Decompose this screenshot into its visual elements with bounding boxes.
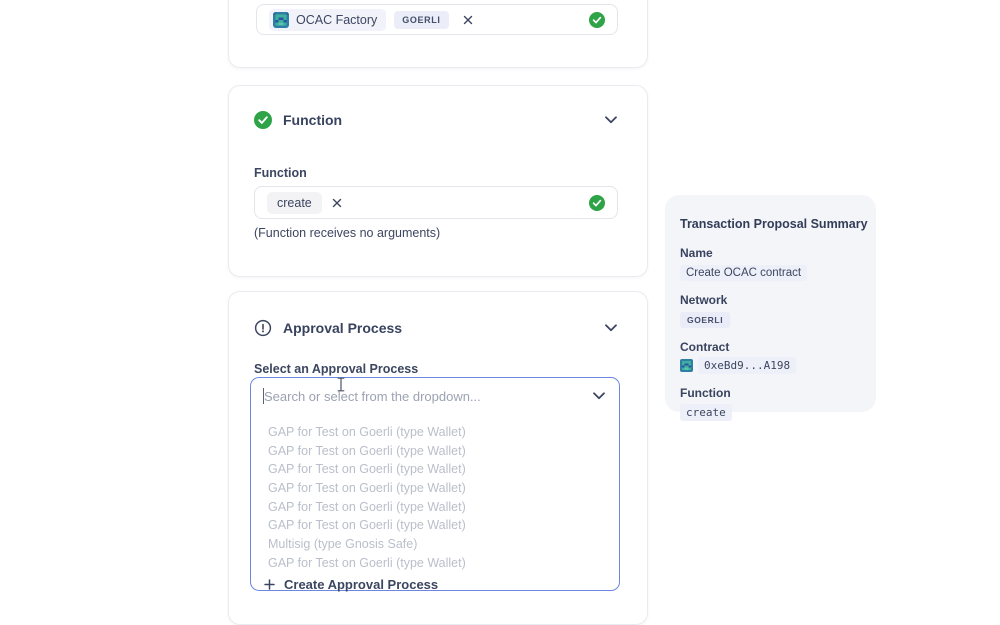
function-collapse-chevron-icon[interactable]	[605, 116, 617, 124]
function-args-hint: (Function receives no arguments)	[254, 226, 440, 240]
dropdown-chevron-icon[interactable]	[593, 392, 605, 400]
contract-chip: OCAC Factory	[269, 9, 386, 31]
function-chip-label: create	[277, 196, 312, 210]
approval-search-row	[251, 378, 619, 414]
contract-valid-check-icon	[589, 12, 605, 28]
approval-options-list: GAP for Test on Goerli (type Wallet)GAP …	[251, 423, 619, 573]
contract-card: OCAC Factory GOERLI	[228, 0, 648, 68]
dropdown-option[interactable]: GAP for Test on Goerli (type Wallet)	[251, 423, 619, 442]
function-section-title: Function	[283, 112, 342, 128]
summary-function-label: Function	[680, 386, 861, 400]
dropdown-option[interactable]: GAP for Test on Goerli (type Wallet)	[251, 479, 619, 498]
function-field-label: Function	[254, 166, 307, 180]
contract-avatar-icon	[273, 12, 289, 28]
approval-process-dropdown: GAP for Test on Goerli (type Wallet)GAP …	[250, 377, 620, 591]
function-chip: create	[267, 192, 322, 214]
dropdown-option[interactable]: Multisig (type Gnosis Safe)	[251, 535, 619, 554]
approval-incomplete-alert-icon	[254, 319, 272, 337]
summary-contract-label: Contract	[680, 340, 861, 354]
transaction-proposal-summary-panel: Transaction Proposal Summary Name Create…	[665, 195, 876, 412]
dropdown-option[interactable]: GAP for Test on Goerli (type Wallet)	[251, 554, 619, 573]
function-input[interactable]: create	[254, 186, 618, 219]
summary-title: Transaction Proposal Summary	[680, 217, 861, 231]
dropdown-option[interactable]: GAP for Test on Goerli (type Wallet)	[251, 442, 619, 461]
summary-name-field: Name Create OCAC contract	[680, 246, 861, 281]
create-approval-process-option[interactable]: Create Approval Process	[251, 577, 619, 592]
network-badge: GOERLI	[394, 11, 448, 29]
function-section-header[interactable]: Function	[254, 111, 617, 129]
function-card: Function Function create (Function recei…	[228, 85, 648, 277]
approval-field-label: Select an Approval Process	[254, 362, 418, 376]
summary-name-label: Name	[680, 246, 861, 260]
dropdown-option[interactable]: GAP for Test on Goerli (type Wallet)	[251, 498, 619, 517]
summary-contract-avatar-icon	[680, 359, 693, 372]
summary-contract-field: Contract 0xeBd9...A198	[680, 340, 861, 374]
text-caret	[263, 388, 264, 404]
summary-function-field: Function create	[680, 386, 861, 421]
approval-search-input[interactable]	[264, 389, 585, 404]
approval-section-header[interactable]: Approval Process	[254, 319, 617, 337]
contract-chip-label: OCAC Factory	[296, 13, 377, 27]
summary-network-badge: GOERLI	[680, 312, 730, 328]
contract-input[interactable]: OCAC Factory GOERLI	[256, 4, 618, 35]
approval-section-title: Approval Process	[283, 320, 402, 336]
summary-name-value: Create OCAC contract	[680, 265, 807, 281]
summary-network-field: Network GOERLI	[680, 293, 861, 328]
approval-collapse-chevron-icon[interactable]	[605, 324, 617, 332]
dropdown-option[interactable]: GAP for Test on Goerli (type Wallet)	[251, 516, 619, 535]
create-approval-process-label: Create Approval Process	[284, 577, 438, 592]
remove-contract-icon[interactable]	[463, 15, 473, 25]
approval-card: Approval Process Select an Approval Proc…	[228, 291, 648, 625]
dropdown-option[interactable]: GAP for Test on Goerli (type Wallet)	[251, 460, 619, 479]
plus-icon	[264, 579, 275, 590]
function-valid-check-icon	[589, 195, 605, 211]
summary-network-label: Network	[680, 293, 861, 307]
function-complete-check-icon	[254, 111, 272, 129]
summary-contract-address: 0xeBd9...A198	[698, 357, 796, 374]
remove-function-icon[interactable]	[332, 198, 342, 208]
summary-function-value: create	[680, 404, 732, 421]
